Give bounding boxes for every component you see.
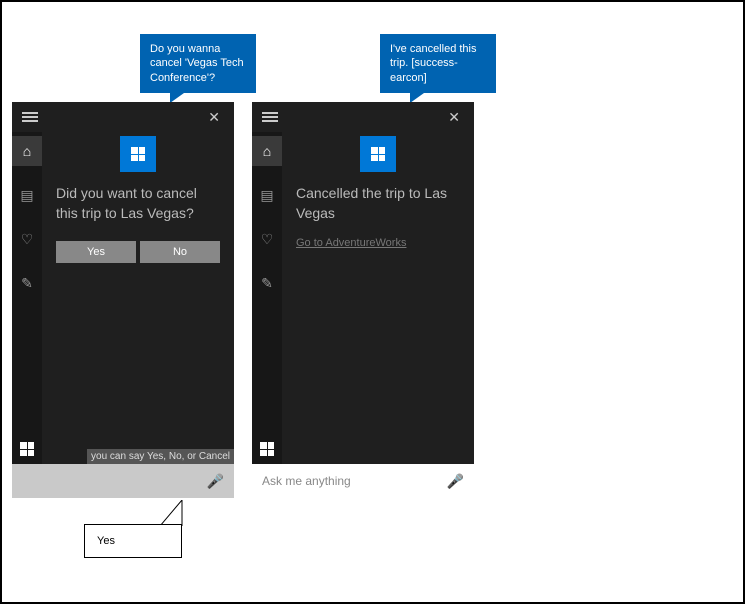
result-text: Cancelled the trip to Las Vegas — [296, 184, 460, 223]
tips-icon[interactable]: ♡ — [12, 224, 42, 254]
start-icon[interactable] — [252, 434, 282, 464]
home-icon[interactable]: ⌂ — [12, 136, 42, 166]
deep-link[interactable]: Go to AdventureWorks — [296, 237, 460, 249]
cortana-speech-bubble-right: I've cancelled this trip. [success-earco… — [380, 34, 496, 93]
search-placeholder: Ask me anything — [262, 474, 351, 488]
close-icon[interactable]: ✕ — [440, 105, 468, 130]
start-icon[interactable] — [12, 434, 42, 464]
user-speech-callout: Yes — [84, 524, 182, 558]
cortana-panel-confirm: ✕ ⌂ ▤ ♡ ✎ Did you want to cancel this tr… — [12, 102, 234, 498]
cortana-speech-bubble-left: Do you wanna cancel 'Vegas Tech Conferen… — [140, 34, 256, 93]
feedback-icon[interactable]: ✎ — [12, 268, 42, 298]
search-bar[interactable]: 🎤 — [12, 464, 234, 498]
feedback-icon[interactable]: ✎ — [252, 268, 282, 298]
home-icon[interactable]: ⌂ — [252, 136, 282, 166]
notebook-icon[interactable]: ▤ — [252, 180, 282, 210]
notebook-icon[interactable]: ▤ — [12, 180, 42, 210]
callout-tail — [160, 500, 188, 526]
search-bar[interactable]: Ask me anything 🎤 — [252, 464, 474, 498]
content-area: Did you want to cancel this trip to Las … — [42, 132, 234, 464]
yes-button[interactable]: Yes — [56, 241, 136, 263]
titlebar: ✕ — [12, 102, 234, 132]
close-icon[interactable]: ✕ — [200, 105, 228, 130]
cortana-panel-result: ✕ ⌂ ▤ ♡ ✎ Cancelled the trip to Las Vega… — [252, 102, 474, 498]
app-tile-icon — [360, 136, 396, 172]
content-area: Cancelled the trip to Las Vegas Go to Ad… — [282, 132, 474, 464]
titlebar: ✕ — [252, 102, 474, 132]
input-hint: you can say Yes, No, or Cancel — [87, 449, 234, 464]
sidebar: ⌂ ▤ ♡ ✎ — [252, 132, 282, 464]
mic-icon[interactable]: 🎤 — [447, 473, 464, 490]
tips-icon[interactable]: ♡ — [252, 224, 282, 254]
hamburger-icon[interactable] — [18, 106, 42, 128]
no-button[interactable]: No — [140, 241, 220, 263]
hamburger-icon[interactable] — [258, 106, 282, 128]
mic-icon[interactable]: 🎤 — [207, 473, 224, 490]
sidebar: ⌂ ▤ ♡ ✎ — [12, 132, 42, 464]
confirmation-prompt: Did you want to cancel this trip to Las … — [56, 184, 220, 223]
app-tile-icon — [120, 136, 156, 172]
